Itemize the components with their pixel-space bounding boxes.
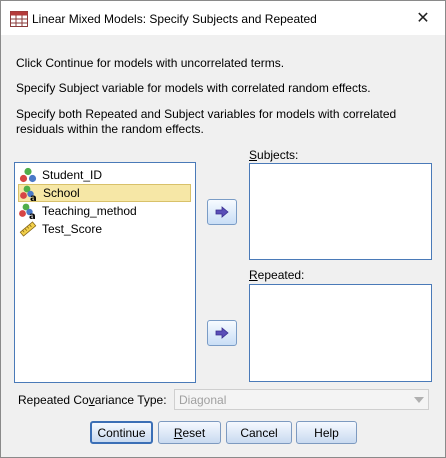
title-bar: Linear Mixed Models: Specify Subjects an… <box>1 1 445 35</box>
reset-button[interactable]: Reset <box>158 421 221 444</box>
instruction-line-2: Specify Subject variable for models with… <box>16 81 371 95</box>
close-button[interactable]: ✕ <box>401 1 445 35</box>
repeated-label: Repeated: <box>249 268 305 282</box>
right-arrow-icon <box>215 206 229 218</box>
variable-list[interactable]: Student_ID a School a Teaching_method Te… <box>14 162 196 383</box>
continue-button[interactable]: Continue <box>90 421 153 444</box>
variable-label: Teaching_method <box>42 204 137 218</box>
instruction-line-3b: residuals within the random effects. <box>16 122 204 136</box>
variable-item-student-id[interactable]: Student_ID <box>18 166 191 184</box>
covariance-type-value: Diagonal <box>179 393 227 407</box>
cancel-button[interactable]: Cancel <box>226 421 292 444</box>
subjects-list[interactable] <box>249 163 432 260</box>
chevron-down-icon <box>414 397 424 403</box>
dialog-window: Linear Mixed Models: Specify Subjects an… <box>0 0 446 458</box>
svg-text:a: a <box>29 211 36 219</box>
svg-text:a: a <box>30 193 37 201</box>
help-button[interactable]: Help <box>296 421 357 444</box>
repeated-list[interactable] <box>249 284 432 382</box>
instruction-line-1: Click Continue for models with uncorrela… <box>16 56 285 70</box>
right-arrow-icon <box>215 327 229 339</box>
move-to-subjects-button[interactable] <box>207 199 237 225</box>
covariance-type-select[interactable]: Diagonal <box>174 389 429 410</box>
variable-label: Student_ID <box>42 168 103 182</box>
variable-item-test-score[interactable]: Test_Score <box>18 220 191 238</box>
nominal-variable-icon <box>19 167 37 183</box>
variable-item-school[interactable]: a School <box>18 184 191 202</box>
nominal-string-variable-icon: a <box>19 203 36 219</box>
variable-label: Test_Score <box>42 222 103 236</box>
instruction-line-3a: Specify both Repeated and Subject variab… <box>16 107 397 121</box>
covariance-type-label: Repeated Covariance Type: <box>18 393 167 407</box>
variable-label: School <box>43 186 80 200</box>
close-icon: ✕ <box>416 10 430 27</box>
move-to-repeated-button[interactable] <box>207 320 237 346</box>
dialog-title: Linear Mixed Models: Specify Subjects an… <box>32 12 317 26</box>
nominal-string-variable-icon: a <box>20 185 37 201</box>
scale-variable-icon <box>19 221 37 237</box>
subjects-label: Subjects: <box>249 148 299 162</box>
spss-app-icon <box>10 11 28 27</box>
variable-item-teaching-method[interactable]: a Teaching_method <box>18 202 191 220</box>
